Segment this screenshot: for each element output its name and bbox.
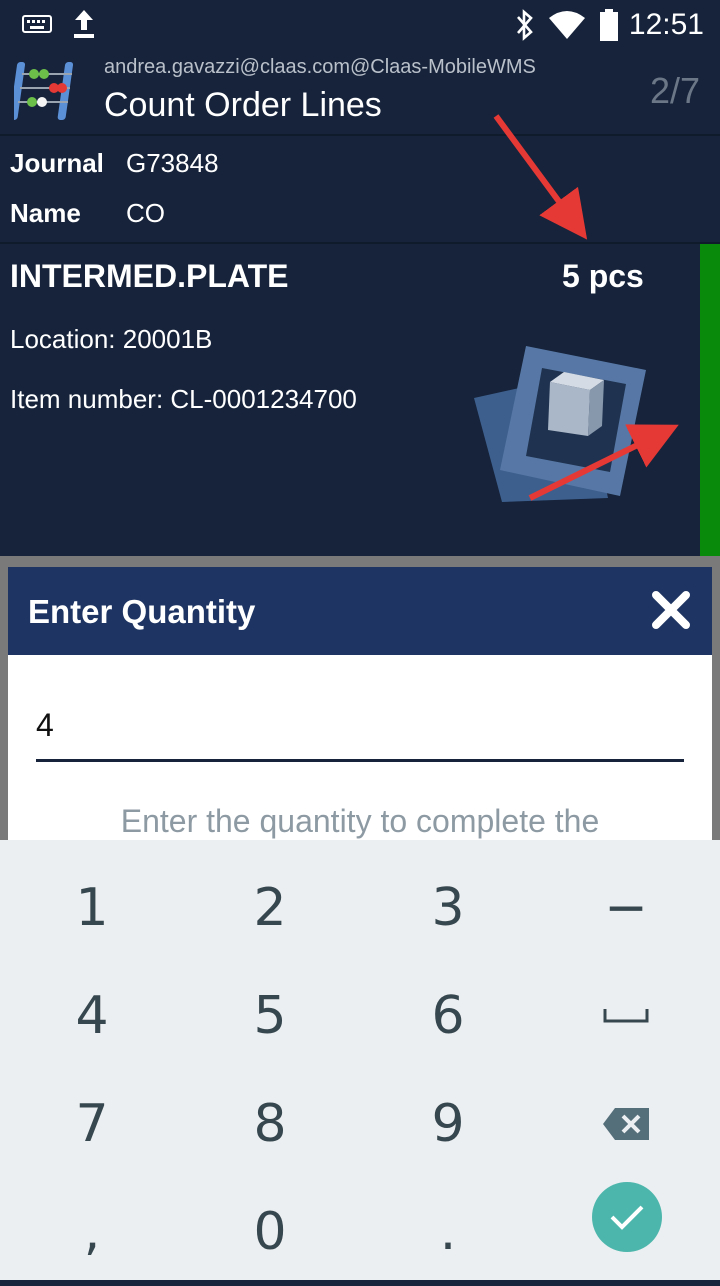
- numeric-keyboard: 1 2 3 − 4 5 6 7 8 9 , 0 .: [0, 840, 720, 1280]
- backspace-key[interactable]: [536, 1070, 716, 1178]
- key-2[interactable]: 2: [180, 854, 360, 962]
- space-icon: [603, 1009, 649, 1023]
- bluetooth-icon: [517, 9, 533, 41]
- annotation-arrows: [493, 114, 679, 501]
- key-period[interactable]: .: [358, 1178, 538, 1286]
- key-minus[interactable]: −: [536, 854, 716, 962]
- status-bar: 12:51: [0, 0, 720, 50]
- clock: 12:51: [628, 8, 704, 41]
- key-0[interactable]: 0: [180, 1178, 360, 1286]
- keyboard-icon: [22, 15, 52, 33]
- backspace-icon: [603, 1108, 649, 1140]
- key-1[interactable]: 1: [2, 854, 182, 962]
- dialog-title: Enter Quantity: [28, 593, 256, 630]
- key-comma[interactable]: ,: [2, 1178, 182, 1286]
- battery-icon: [600, 9, 618, 41]
- quantity-input[interactable]: 4: [36, 707, 684, 762]
- dialog-hint: Enter the quantity to complete the: [120, 803, 600, 839]
- key-6[interactable]: 6: [358, 962, 538, 1070]
- close-icon[interactable]: [648, 587, 694, 633]
- key-4[interactable]: 4: [2, 962, 182, 1070]
- enter-quantity-dialog: Enter Quantity 4 Enter the quantity to c…: [8, 567, 712, 840]
- wifi-icon: [549, 11, 585, 39]
- key-7[interactable]: 7: [2, 1070, 182, 1178]
- key-9[interactable]: 9: [358, 1070, 538, 1178]
- key-3[interactable]: 3: [358, 854, 538, 962]
- user-account: andrea.gavazzi@claas.com@Claas-MobileWMS: [104, 56, 536, 78]
- upload-icon: [74, 10, 94, 38]
- key-5[interactable]: 5: [180, 962, 360, 1070]
- done-button[interactable]: [592, 1182, 662, 1252]
- key-8[interactable]: 8: [180, 1070, 360, 1178]
- checkmark-icon: [610, 1205, 644, 1230]
- space-key[interactable]: [536, 962, 716, 1070]
